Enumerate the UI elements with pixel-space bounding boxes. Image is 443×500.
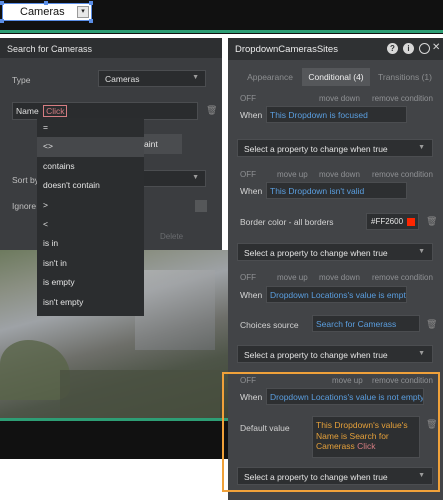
border-color-input[interactable]: #FF2600	[366, 213, 419, 230]
choices-source-input[interactable]: Search for Camerass	[312, 315, 420, 332]
when-label: When	[240, 290, 263, 300]
choices-source-label: Choices source	[240, 320, 299, 330]
property-select-label: Select a property to change when true	[244, 350, 388, 360]
add-constraint-button[interactable]: aint	[140, 134, 182, 154]
border-color-label: Border color - all borders	[240, 217, 334, 227]
sort-by-select[interactable]: ▼	[140, 170, 206, 187]
chevron-down-icon: ▼	[418, 144, 425, 151]
chevron-down-icon: ▼	[192, 174, 199, 181]
operator-option[interactable]: <	[37, 215, 144, 234]
sort-by-label: Sort by	[12, 175, 39, 185]
constraint-key: Name	[16, 106, 39, 116]
selection-handle[interactable]	[0, 19, 4, 23]
chevron-down-icon: ▼	[418, 350, 425, 357]
condition-1-property-select[interactable]: Select a property to change when true ▼	[237, 139, 433, 157]
operator-option[interactable]: contains	[37, 157, 144, 176]
constraint-value-click[interactable]: Click	[43, 105, 68, 117]
search-editor-title: Search for Camerass	[0, 38, 222, 58]
border-color-value: #FF2600	[371, 217, 404, 226]
selection-handle[interactable]	[0, 1, 4, 5]
move-down-button[interactable]: move down	[319, 273, 360, 282]
ignore-empty-checkbox[interactable]	[195, 200, 207, 212]
condition-3-expression[interactable]: Dropdown Locations's value is empty	[266, 286, 407, 303]
tab-conditional[interactable]: Conditional (4)	[302, 68, 370, 86]
operator-option[interactable]: isn't in	[37, 254, 144, 273]
operator-option[interactable]: =	[37, 118, 144, 137]
selection-handle[interactable]	[89, 19, 93, 23]
move-up-button[interactable]: move up	[277, 170, 308, 179]
remove-condition-button[interactable]: remove condition	[372, 94, 433, 103]
help-icon[interactable]: ?	[387, 43, 398, 54]
selection-handle[interactable]	[89, 1, 93, 5]
move-down-button[interactable]: move down	[319, 170, 360, 179]
move-up-button[interactable]: move up	[277, 273, 308, 282]
chevron-down-icon[interactable]: ▾	[77, 6, 89, 18]
condition-3-property-select[interactable]: Select a property to change when true ▼	[237, 345, 433, 363]
property-editor-header: DropdownCamerasSites ? i ✕	[228, 38, 443, 60]
tab-bar: Appearance Conditional (4) Transitions (…	[228, 68, 443, 86]
chevron-down-icon: ▼	[418, 248, 425, 255]
off-label[interactable]: OFF	[240, 170, 256, 179]
element-title: DropdownCamerasSites	[235, 44, 338, 55]
tab-appearance[interactable]: Appearance	[242, 68, 298, 86]
off-label[interactable]: OFF	[240, 94, 256, 103]
color-swatch[interactable]	[407, 218, 415, 226]
trash-icon[interactable]: 🗑	[426, 216, 437, 226]
map-building	[135, 270, 215, 350]
group-border-line	[0, 30, 443, 33]
tab-transitions[interactable]: Transitions (1)	[374, 68, 436, 86]
operator-option-selected[interactable]: <>	[37, 137, 144, 157]
trash-icon[interactable]: 🗑	[206, 105, 217, 115]
operator-dropdown-list: = <> contains doesn't contain > < is in …	[37, 118, 144, 316]
remove-condition-button[interactable]: remove condition	[372, 273, 433, 282]
when-label: When	[240, 186, 263, 196]
operator-option[interactable]: doesn't contain	[37, 176, 144, 195]
dropdown-value: Cameras	[20, 6, 65, 18]
condition-2-property-select[interactable]: Select a property to change when true ▼	[237, 243, 433, 261]
condition-1-expression[interactable]: This Dropdown is focused	[266, 106, 407, 123]
operator-option[interactable]: >	[37, 196, 144, 215]
delete-button[interactable]: Delete	[160, 232, 183, 241]
operator-option[interactable]: isn't empty	[37, 293, 144, 312]
close-icon[interactable]: ✕	[432, 42, 440, 53]
comment-icon[interactable]	[419, 43, 430, 54]
type-label: Type	[12, 75, 31, 85]
condition-2-expression[interactable]: This Dropdown isn't valid	[266, 182, 407, 199]
canvas-lower	[0, 421, 228, 459]
property-select-label: Select a property to change when true	[244, 248, 388, 258]
trash-icon[interactable]: 🗑	[426, 319, 437, 329]
map-terrain	[60, 370, 220, 420]
info-icon[interactable]: i	[403, 43, 414, 54]
page-background	[0, 459, 228, 500]
add-constraint-label: aint	[144, 139, 158, 149]
selection-handle[interactable]	[44, 1, 48, 5]
ignore-empty-label: Ignore	[12, 201, 37, 211]
highlight-annotation	[222, 372, 440, 492]
operator-option[interactable]: is empty	[37, 273, 144, 292]
type-value: Cameras	[105, 74, 140, 84]
property-select-label: Select a property to change when true	[244, 144, 388, 154]
chevron-down-icon: ▼	[192, 74, 199, 81]
type-select[interactable]: Cameras ▼	[98, 70, 206, 87]
when-label: When	[240, 110, 263, 120]
operator-option[interactable]: is in	[37, 234, 144, 253]
move-down-button[interactable]: move down	[319, 94, 360, 103]
remove-condition-button[interactable]: remove condition	[372, 170, 433, 179]
cameras-dropdown-element[interactable]: Cameras ▾	[2, 3, 92, 21]
off-label[interactable]: OFF	[240, 273, 256, 282]
